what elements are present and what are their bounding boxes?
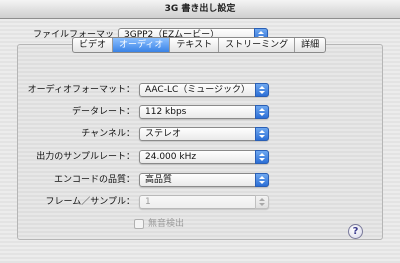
tab-advanced[interactable]: 詳細: [295, 38, 325, 52]
audio-format-value: AAC-LC（ミュージック）: [145, 85, 251, 95]
sample-rate-value: 24.000 kHz: [145, 152, 197, 162]
channels-value: ステレオ: [145, 129, 182, 139]
tab-audio[interactable]: オーディオ: [113, 38, 171, 52]
audio-format-popup[interactable]: AAC-LC（ミュージック）: [139, 83, 269, 97]
window-title: 3G 書き出し設定: [0, 0, 400, 19]
chevron-up-down-icon: [255, 127, 269, 141]
tab-streaming[interactable]: ストリーミング: [219, 38, 296, 52]
chevron-up-down-icon: [255, 83, 269, 97]
tab-video[interactable]: ビデオ: [73, 38, 114, 52]
frames-per-sample-value: 1: [145, 197, 151, 207]
sample-rate-popup[interactable]: 24.000 kHz: [139, 150, 269, 164]
sample-rate-label: 出力のサンプルレート：: [36, 152, 135, 162]
tab-bar: ビデオ オーディオ テキスト ストリーミング 詳細: [72, 37, 327, 53]
data-rate-label: データレート：: [71, 107, 135, 117]
audio-format-label: オーディオフォーマット：: [27, 85, 135, 95]
encode-quality-label: エンコードの品質：: [53, 175, 135, 185]
data-rate-popup[interactable]: 112 kbps: [139, 105, 269, 119]
encode-quality-value: 高品質: [145, 175, 173, 185]
help-button[interactable]: ?: [348, 224, 363, 239]
tab-text[interactable]: テキスト: [170, 38, 220, 52]
chevron-up-down-icon: [255, 150, 269, 164]
chevron-up-down-icon: [255, 105, 269, 119]
silence-detect-label: 無音検出: [148, 219, 185, 229]
channels-label: チャンネル：: [81, 129, 135, 139]
silence-detect-checkbox[interactable]: [134, 219, 144, 229]
settings-group-box: [17, 44, 383, 240]
chevron-up-down-icon: [255, 195, 269, 209]
data-rate-value: 112 kbps: [145, 107, 187, 117]
channels-popup[interactable]: ステレオ: [139, 127, 269, 141]
chevron-up-down-icon: [255, 173, 269, 187]
frames-per-sample-label: フレーム／サンプル：: [45, 197, 135, 207]
frames-per-sample-popup[interactable]: 1: [139, 195, 269, 209]
encode-quality-popup[interactable]: 高品質: [139, 173, 269, 187]
